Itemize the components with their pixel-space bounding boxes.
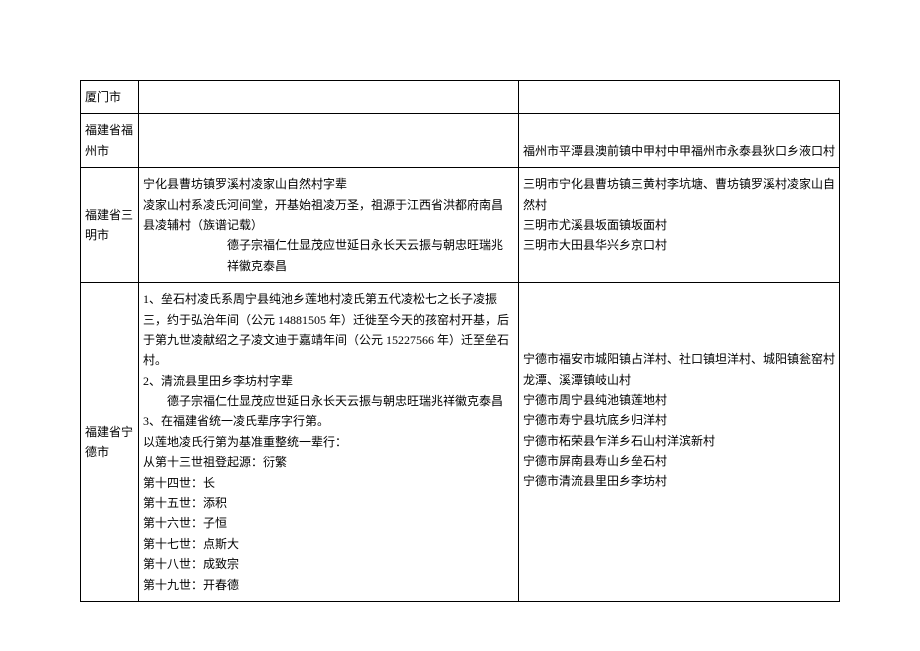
location-cell: 福州市平潭县澳前镇中甲村中甲福州市永泰县狄口乡液口村 xyxy=(519,114,840,168)
cell-line: 宁德市寿宁县坑底乡归洋村 xyxy=(523,410,835,430)
detail-cell xyxy=(139,81,519,114)
cell-line: 第十四世：长 xyxy=(143,473,514,493)
cell-line: 1、垒石村凌氏系周宁县纯池乡莲地村凌氏第五代凌松七之长子凌振三，约于弘治年间（公… xyxy=(143,289,514,371)
detail-cell xyxy=(139,114,519,168)
genealogy-table: 厦门市 福建省福州市 福州市平潭县澳前镇中甲村中甲福州市永泰县狄口乡液口村 福建… xyxy=(80,80,840,602)
detail-cell: 1、垒石村凌氏系周宁县纯池乡莲地村凌氏第五代凌松七之长子凌振三，约于弘治年间（公… xyxy=(139,283,519,602)
cell-line: 宁德市屏南县寿山乡垒石村 xyxy=(523,451,835,471)
region-cell: 厦门市 xyxy=(81,81,139,114)
cell-line: 第十八世：成致宗 xyxy=(143,554,514,574)
table-row: 福建省三明市 宁化县曹坊镇罗溪村凌家山自然村字辈 凌家山村系凌氏河间堂，开基始祖… xyxy=(81,168,840,283)
location-cell: 宁德市福安市城阳镇占洋村、社口镇坦洋村、城阳镇瓮窑村龙潭、溪潭镇岐山村 宁德市周… xyxy=(519,283,840,602)
table-row: 福建省福州市 福州市平潭县澳前镇中甲村中甲福州市永泰县狄口乡液口村 xyxy=(81,114,840,168)
cell-line: 宁化县曹坊镇罗溪村凌家山自然村字辈 xyxy=(143,174,514,194)
cell-line: 德子宗福仁仕显茂应世延日永长天云振与朝忠旺瑞兆祥徽克泰昌 xyxy=(143,391,514,411)
cell-line: 三明市宁化县曹坊镇三黄村李坑塘、曹坊镇罗溪村凌家山自然村 xyxy=(523,174,835,215)
cell-line: 2、清流县里田乡李坊村字辈 xyxy=(143,371,514,391)
cell-line: 从第十三世祖登起源：衍繁 xyxy=(143,452,514,472)
location-cell: 三明市宁化县曹坊镇三黄村李坑塘、曹坊镇罗溪村凌家山自然村 三明市尤溪县坂面镇坂面… xyxy=(519,168,840,283)
cell-line: 宁德市柘荣县乍洋乡石山村洋滨新村 xyxy=(523,431,835,451)
cell-line: 德子宗福仁仕显茂应世延日永长天云振与朝忠旺瑞兆祥徽克泰昌 xyxy=(143,235,514,276)
cell-text: 福州市平潭县澳前镇中甲村中甲福州市永泰县狄口乡液口村 xyxy=(523,144,835,158)
cell-line: 以莲地凌氏行第为基准重整统一辈行： xyxy=(143,432,514,452)
cell-line: 第十七世：点斯大 xyxy=(143,534,514,554)
cell-line: 第十九世：开春德 xyxy=(143,575,514,595)
region-cell: 福建省三明市 xyxy=(81,168,139,283)
region-cell: 福建省福州市 xyxy=(81,114,139,168)
cell-line: 第十六世：子恒 xyxy=(143,513,514,533)
location-cell xyxy=(519,81,840,114)
detail-cell: 宁化县曹坊镇罗溪村凌家山自然村字辈 凌家山村系凌氏河间堂，开基始祖凌万圣，祖源于… xyxy=(139,168,519,283)
cell-line: 3、在福建省统一凌氏辈序字行第。 xyxy=(143,411,514,431)
cell-line: 宁德市周宁县纯池镇莲地村 xyxy=(523,390,835,410)
cell-line: 凌家山村系凌氏河间堂，开基始祖凌万圣，祖源于江西省洪都府南昌县凌辅村（族谱记载） xyxy=(143,195,514,236)
cell-line: 宁德市清流县里田乡李坊村 xyxy=(523,471,835,491)
cell-line: 第十五世：添积 xyxy=(143,493,514,513)
cell-line: 三明市大田县华兴乡京口村 xyxy=(523,235,835,255)
table-row: 厦门市 xyxy=(81,81,840,114)
table-row: 福建省宁德市 1、垒石村凌氏系周宁县纯池乡莲地村凌氏第五代凌松七之长子凌振三，约… xyxy=(81,283,840,602)
cell-line: 宁德市福安市城阳镇占洋村、社口镇坦洋村、城阳镇瓮窑村龙潭、溪潭镇岐山村 xyxy=(523,349,835,390)
cell-line: 三明市尤溪县坂面镇坂面村 xyxy=(523,215,835,235)
region-cell: 福建省宁德市 xyxy=(81,283,139,602)
